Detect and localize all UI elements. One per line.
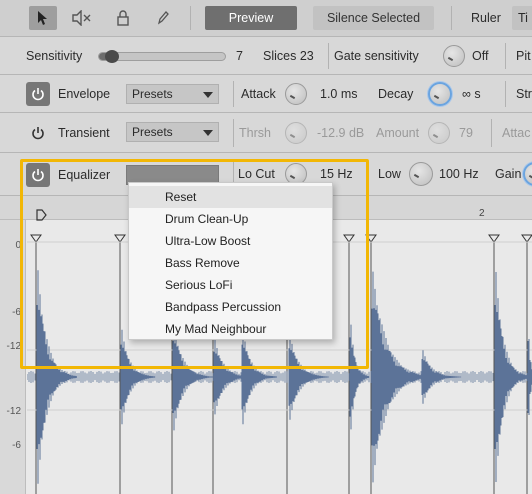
waveform-hit [494, 271, 530, 483]
slice-marker-icon[interactable] [30, 234, 42, 243]
chevron-down-icon [203, 130, 213, 136]
mute-tool-button[interactable] [68, 6, 96, 30]
slice-marker-icon[interactable] [114, 234, 126, 243]
transient-presets-select[interactable]: Presets [126, 122, 219, 142]
row-divider [505, 43, 506, 69]
ruler-label: Ruler [471, 11, 501, 25]
decay-label: Decay [378, 87, 414, 101]
row-divider [328, 43, 329, 69]
attack-label: Attack [241, 87, 276, 101]
decay-knob[interactable] [428, 82, 452, 106]
silence-selected-button[interactable]: Silence Selected [313, 6, 434, 30]
slice-marker-icon[interactable] [365, 234, 377, 243]
sensitivity-value: 7 [236, 49, 243, 63]
threshold-label: Thrsh [239, 126, 271, 140]
bar-marker: 2 [479, 208, 485, 219]
gate-sensitivity-knob[interactable] [443, 45, 465, 67]
axis-label: -6 [12, 440, 21, 451]
menu-item-reset[interactable]: Reset [129, 186, 332, 208]
row-divider [491, 119, 492, 147]
row-divider [233, 119, 234, 147]
low-label: Low [378, 167, 401, 181]
toolbar-divider [451, 6, 452, 30]
slices-count: Slices 23 [263, 49, 314, 63]
attack-value: 1.0 ms [320, 87, 358, 101]
sensitivity-label: Sensitivity [26, 49, 83, 63]
preview-button[interactable]: Preview [205, 6, 297, 30]
slice-marker-icon[interactable] [343, 234, 355, 243]
power-icon [32, 88, 44, 101]
row-divider [505, 81, 506, 107]
low-knob[interactable] [409, 162, 433, 186]
menu-item-my-mad-neighbour[interactable]: My Mad Neighbour [129, 318, 332, 340]
gain-knob[interactable] [523, 162, 532, 186]
envelope-presets-value: Presets [132, 87, 173, 101]
axis-label: -12 [6, 341, 21, 352]
waveform-tail [27, 371, 532, 383]
attack-knob[interactable] [285, 83, 307, 105]
decay-value: ∞ s [462, 87, 481, 101]
sensitivity-row: Sensitivity 7 Slices 23 Gate sensitivity… [0, 37, 532, 75]
power-icon [32, 169, 44, 182]
threshold-knob[interactable] [285, 122, 307, 144]
low-value: 100 Hz [439, 167, 479, 181]
chevron-down-icon [203, 92, 213, 98]
speaker-mute-icon [72, 10, 91, 26]
gate-sensitivity-value: Off [472, 49, 489, 63]
envelope-label: Envelope [58, 87, 111, 101]
locut-value: 15 Hz [320, 167, 353, 181]
transient-row: Transient Presets Thrsh -12.9 dB Amount … [0, 113, 532, 153]
menu-item-ultra-low-boost[interactable]: Ultra-Low Boost [129, 230, 332, 252]
amount-value: 79 [459, 126, 473, 140]
envelope-row: Envelope Presets Attack 1.0 ms Decay ∞ s… [0, 75, 532, 113]
pitch-label: Pit [516, 49, 531, 63]
envelope-presets-select[interactable]: Presets [126, 84, 219, 104]
axis-label: -6 [12, 307, 21, 318]
amount-label: Amount [376, 126, 420, 140]
lock-tool-button[interactable] [109, 6, 137, 30]
power-icon [32, 127, 44, 140]
equalizer-label: Equalizer [58, 168, 111, 182]
cursor-icon [38, 11, 47, 25]
slice-marker-icon[interactable] [488, 234, 500, 243]
arrow-tool-button[interactable] [29, 6, 57, 30]
sensitivity-slider-handle[interactable] [105, 50, 120, 63]
row-divider [233, 81, 234, 107]
menu-item-serious-lofi[interactable]: Serious LoFi [129, 274, 332, 296]
amplitude-axis: 0 -6 -12 -12 -6 [0, 220, 26, 494]
pencil-tool-button[interactable] [149, 6, 177, 30]
menu-item-bass-remove[interactable]: Bass Remove [129, 252, 332, 274]
transient-presets-value: Presets [132, 125, 173, 139]
transient-extra-label: Attac [502, 126, 531, 140]
envelope-extra-label: Str [516, 87, 532, 101]
gate-sensitivity-label: Gate sensitivity [334, 49, 419, 63]
toolbar-divider [190, 6, 191, 30]
gain-label: Gain [495, 167, 522, 181]
envelope-power-button[interactable] [26, 82, 50, 106]
locut-label: Lo Cut [238, 167, 275, 181]
threshold-value: -12.9 dB [317, 126, 365, 140]
axis-label: 0 [15, 240, 21, 251]
equalizer-power-button[interactable] [26, 163, 50, 187]
transient-label: Transient [58, 126, 110, 140]
lock-icon [117, 10, 129, 26]
pencil-icon [157, 11, 169, 25]
ruler-select[interactable]: Ti [512, 6, 532, 30]
amount-knob[interactable] [428, 122, 450, 144]
menu-item-drum-clean-up[interactable]: Drum Clean-Up [129, 208, 332, 230]
slice-marker-icon[interactable] [521, 234, 532, 243]
menu-item-bandpass-percussion[interactable]: Bandpass Percussion [129, 296, 332, 318]
axis-label: -12 [6, 406, 21, 417]
equalizer-presets-menu: Reset Drum Clean-Up Ultra-Low Boost Bass… [128, 182, 333, 340]
sensitivity-slider[interactable] [98, 50, 226, 63]
toolbar: Preview Silence Selected Ruler Ti [0, 0, 532, 37]
transient-power-button[interactable] [26, 121, 50, 145]
